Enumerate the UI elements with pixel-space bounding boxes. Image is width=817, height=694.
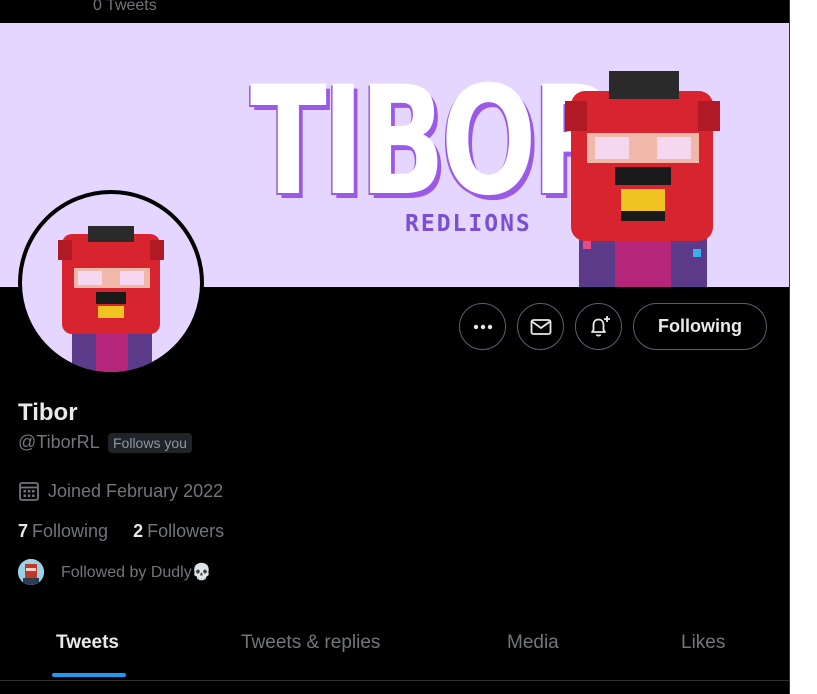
following-button[interactable]: Following xyxy=(633,303,767,350)
message-button[interactable] xyxy=(517,303,564,350)
more-button[interactable] xyxy=(459,303,506,350)
banner-lion-illustration xyxy=(565,71,720,287)
follow-stats: 7 Following 2 Followers xyxy=(18,521,249,542)
following-label: Following xyxy=(32,521,109,541)
right-gutter xyxy=(790,0,817,694)
follower-avatar xyxy=(18,559,44,585)
followers-count: 2 xyxy=(133,521,144,541)
joined-text: Joined February 2022 xyxy=(48,480,224,501)
follows-you-badge: Follows you xyxy=(108,433,192,453)
tab-tweets-replies[interactable]: Tweets & replies xyxy=(241,632,380,654)
profile-tabs: Tweets Tweets & replies Media Likes xyxy=(0,620,789,680)
profile-page: 0 Tweets TIBOR REDLIONS Following Tibor … xyxy=(0,0,789,694)
more-horizontal-icon xyxy=(473,324,492,329)
display-name: Tibor xyxy=(18,399,78,426)
profile-avatar[interactable] xyxy=(18,190,204,376)
joined-date: Joined February 2022 xyxy=(18,480,223,502)
banner-subtitle: REDLIONS xyxy=(405,211,532,237)
followed-by[interactable]: Followed by Dudly💀 xyxy=(18,559,212,585)
calendar-icon xyxy=(19,482,39,501)
tabs-divider xyxy=(0,680,789,681)
followed-by-text: Followed by Dudly💀 xyxy=(61,564,212,581)
banner-title: TIBOR xyxy=(250,55,619,229)
follower-avatar-illustration xyxy=(18,559,44,585)
user-handle: @TiborRL xyxy=(18,432,100,452)
followers-stat[interactable]: 2 Followers xyxy=(133,521,224,542)
bell-plus-icon xyxy=(590,315,610,337)
tab-likes[interactable]: Likes xyxy=(681,632,725,654)
tab-tweets[interactable]: Tweets xyxy=(56,632,119,654)
tweet-count: 0 Tweets xyxy=(93,0,157,14)
envelope-icon xyxy=(530,318,551,335)
notifications-button[interactable] xyxy=(575,303,622,350)
following-stat[interactable]: 7 Following xyxy=(18,521,108,542)
followers-label: Followers xyxy=(147,521,225,541)
avatar-lion-illustration xyxy=(58,226,164,372)
active-tab-indicator xyxy=(52,673,126,677)
tab-media[interactable]: Media xyxy=(507,632,559,654)
following-count: 7 xyxy=(18,521,29,541)
